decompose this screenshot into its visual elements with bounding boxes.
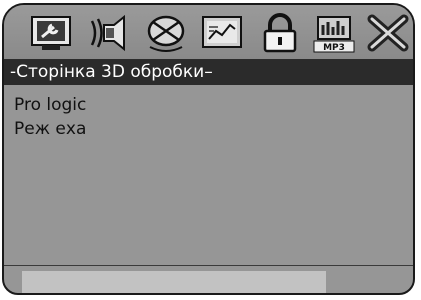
mp3-setup-icon[interactable]: MP3 xyxy=(312,13,356,53)
option-list: Pro logic Реж еха xyxy=(14,93,86,141)
audio-setup-icon[interactable] xyxy=(88,13,132,53)
setup-menu-window: MP3 -Сторінка 3D обробки– Pro logic Реж … xyxy=(2,3,415,295)
preference-icon[interactable] xyxy=(200,13,244,53)
video-setup-icon[interactable] xyxy=(144,13,188,53)
status-bar xyxy=(22,271,326,293)
password-lock-icon[interactable] xyxy=(258,13,302,53)
divider xyxy=(4,265,413,266)
exit-icon[interactable] xyxy=(366,13,410,53)
setup-icon-bar: MP3 xyxy=(4,5,413,59)
option-pro-logic[interactable]: Pro logic xyxy=(14,93,86,117)
general-setup-icon[interactable] xyxy=(30,13,74,53)
page-title: -Сторінка 3D обробки– xyxy=(4,59,413,85)
option-echo-mode[interactable]: Реж еха xyxy=(14,117,86,141)
mp3-label: MP3 xyxy=(323,43,345,53)
